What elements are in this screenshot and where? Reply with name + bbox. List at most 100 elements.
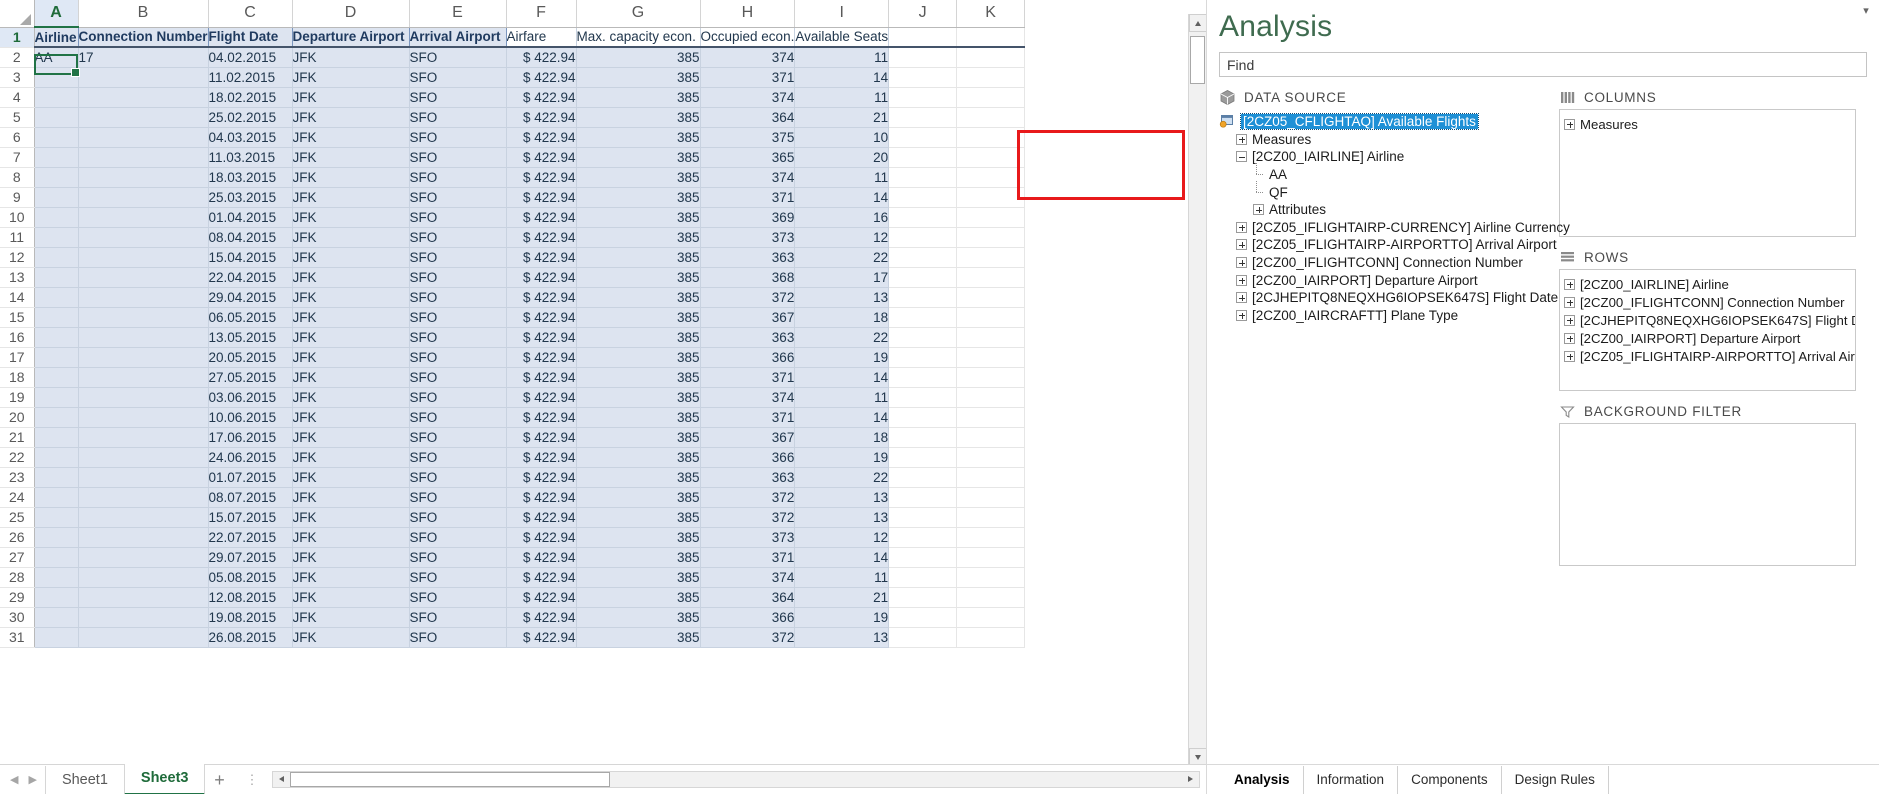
data-cell[interactable]: 22.07.2015 xyxy=(208,527,292,547)
data-cell[interactable]: 14 xyxy=(795,547,889,567)
data-cell[interactable]: 13 xyxy=(795,487,889,507)
row-header[interactable]: 30 xyxy=(0,607,34,627)
data-cell[interactable] xyxy=(34,467,78,487)
row-header[interactable]: 21 xyxy=(0,427,34,447)
empty-cell[interactable] xyxy=(957,427,1025,447)
row-header[interactable]: 17 xyxy=(0,347,34,367)
empty-cell[interactable] xyxy=(889,567,957,587)
data-cell[interactable]: SFO xyxy=(409,547,506,567)
data-cell[interactable]: JFK xyxy=(292,447,409,467)
data-cell[interactable]: $ 422.94 xyxy=(506,367,576,387)
empty-cell[interactable] xyxy=(889,507,957,527)
table-row[interactable]: 711.03.2015JFKSFO$ 422.9438536520 xyxy=(0,147,1025,167)
data-cell[interactable]: 01.04.2015 xyxy=(208,207,292,227)
data-cell[interactable] xyxy=(34,227,78,247)
sheet-nav-arrows[interactable]: ◀ ▶ xyxy=(0,773,45,786)
horizontal-scroll-area[interactable]: ⋮ xyxy=(233,765,1206,794)
table-row[interactable]: 2224.06.2015JFKSFO$ 422.9438536619 xyxy=(0,447,1025,467)
data-cell[interactable] xyxy=(78,267,208,287)
data-cell[interactable]: SFO xyxy=(409,387,506,407)
data-cell[interactable]: 371 xyxy=(700,547,795,567)
data-cell[interactable]: 385 xyxy=(576,147,700,167)
data-cell[interactable]: 18 xyxy=(795,307,889,327)
column-header-G[interactable]: G xyxy=(576,0,700,27)
data-cell[interactable]: 385 xyxy=(576,527,700,547)
data-cell[interactable]: 14 xyxy=(795,187,889,207)
row-header[interactable]: 24 xyxy=(0,487,34,507)
empty-cell[interactable] xyxy=(957,127,1025,147)
select-all-corner[interactable] xyxy=(0,0,34,27)
data-cell[interactable] xyxy=(34,107,78,127)
spreadsheet-scroll-region[interactable]: A B C D E F G H I J K 1AirlineConnection… xyxy=(0,0,1180,766)
data-cell[interactable]: 22 xyxy=(795,467,889,487)
data-cell[interactable]: SFO xyxy=(409,307,506,327)
data-cell[interactable]: 22 xyxy=(795,247,889,267)
data-cell[interactable]: SFO xyxy=(409,567,506,587)
data-cell[interactable]: SFO xyxy=(409,447,506,467)
data-cell[interactable]: JFK xyxy=(292,227,409,247)
data-cell[interactable]: 10.06.2015 xyxy=(208,407,292,427)
row-header[interactable]: 27 xyxy=(0,547,34,567)
data-cell[interactable] xyxy=(34,287,78,307)
empty-cell[interactable] xyxy=(889,307,957,327)
empty-cell[interactable] xyxy=(889,527,957,547)
data-cell[interactable] xyxy=(78,107,208,127)
row-header[interactable]: 14 xyxy=(0,287,34,307)
data-cell[interactable] xyxy=(34,327,78,347)
data-cell[interactable] xyxy=(78,327,208,347)
data-cell[interactable]: 25.02.2015 xyxy=(208,107,292,127)
data-cell[interactable]: $ 422.94 xyxy=(506,67,576,87)
data-cell[interactable]: SFO xyxy=(409,187,506,207)
table-row[interactable]: 2912.08.2015JFKSFO$ 422.9438536421 xyxy=(0,587,1025,607)
analysis-panel-tab-strip[interactable]: AnalysisInformationComponentsDesign Rule… xyxy=(1207,764,1879,794)
data-cell[interactable] xyxy=(78,467,208,487)
data-cell[interactable] xyxy=(78,127,208,147)
data-cell[interactable]: 03.06.2015 xyxy=(208,387,292,407)
data-cell[interactable]: 385 xyxy=(576,447,700,467)
data-cell[interactable]: 04.03.2015 xyxy=(208,127,292,147)
data-cell[interactable]: JFK xyxy=(292,407,409,427)
data-cell[interactable]: $ 422.94 xyxy=(506,187,576,207)
data-cell[interactable] xyxy=(78,507,208,527)
row-header[interactable]: 20 xyxy=(0,407,34,427)
data-cell[interactable]: 06.05.2015 xyxy=(208,307,292,327)
empty-cell[interactable] xyxy=(889,227,957,247)
data-cell[interactable] xyxy=(78,447,208,467)
data-cell[interactable]: 374 xyxy=(700,167,795,187)
empty-cell[interactable] xyxy=(889,487,957,507)
table-row[interactable]: 604.03.2015JFKSFO$ 422.9438537510 xyxy=(0,127,1025,147)
data-cell[interactable]: 13 xyxy=(795,507,889,527)
data-cell[interactable]: 365 xyxy=(700,147,795,167)
table-row[interactable]: 1429.04.2015JFKSFO$ 422.9438537213 xyxy=(0,287,1025,307)
data-cell[interactable] xyxy=(78,347,208,367)
data-cell[interactable] xyxy=(78,367,208,387)
data-cell[interactable]: 372 xyxy=(700,487,795,507)
row-header[interactable]: 11 xyxy=(0,227,34,247)
data-cell[interactable]: $ 422.94 xyxy=(506,227,576,247)
sheet-tab-strip[interactable]: Sheet1Sheet3 xyxy=(45,765,206,794)
data-cell[interactable]: JFK xyxy=(292,387,409,407)
data-source-tree[interactable]: [2CZ05_CFLIGHTAQ] Available FlightsMeasu… xyxy=(1219,113,1559,324)
data-cell[interactable]: 14 xyxy=(795,67,889,87)
table-row[interactable]: 2408.07.2015JFKSFO$ 422.9438537213 xyxy=(0,487,1025,507)
table-row[interactable]: 1322.04.2015JFKSFO$ 422.9438536817 xyxy=(0,267,1025,287)
expand-toggle-icon[interactable] xyxy=(1236,239,1247,250)
data-cell[interactable]: SFO xyxy=(409,607,506,627)
sheet-tab-sheet3[interactable]: Sheet3 xyxy=(124,764,206,794)
expand-toggle-icon[interactable] xyxy=(1253,204,1264,215)
expand-toggle-icon[interactable] xyxy=(1236,292,1247,303)
empty-cell[interactable] xyxy=(957,167,1025,187)
data-cell[interactable]: 26.08.2015 xyxy=(208,627,292,647)
data-cell[interactable]: 385 xyxy=(576,307,700,327)
row-header[interactable]: 25 xyxy=(0,507,34,527)
data-cell[interactable]: 385 xyxy=(576,387,700,407)
data-cell[interactable] xyxy=(34,427,78,447)
data-cell[interactable]: 12.08.2015 xyxy=(208,587,292,607)
data-source-node[interactable]: [2CZ05_IFLIGHTAIRP-AIRPORTTO] Arrival Ai… xyxy=(1219,236,1559,254)
data-cell[interactable]: SFO xyxy=(409,67,506,87)
data-cell[interactable]: SFO xyxy=(409,47,506,67)
data-cell[interactable]: JFK xyxy=(292,207,409,227)
column-title-cell[interactable]: Connection Number xyxy=(78,27,208,47)
table-row[interactable]: 2117.06.2015JFKSFO$ 422.9438536718 xyxy=(0,427,1025,447)
grid-horizontal-scrollbar[interactable] xyxy=(272,771,1200,788)
